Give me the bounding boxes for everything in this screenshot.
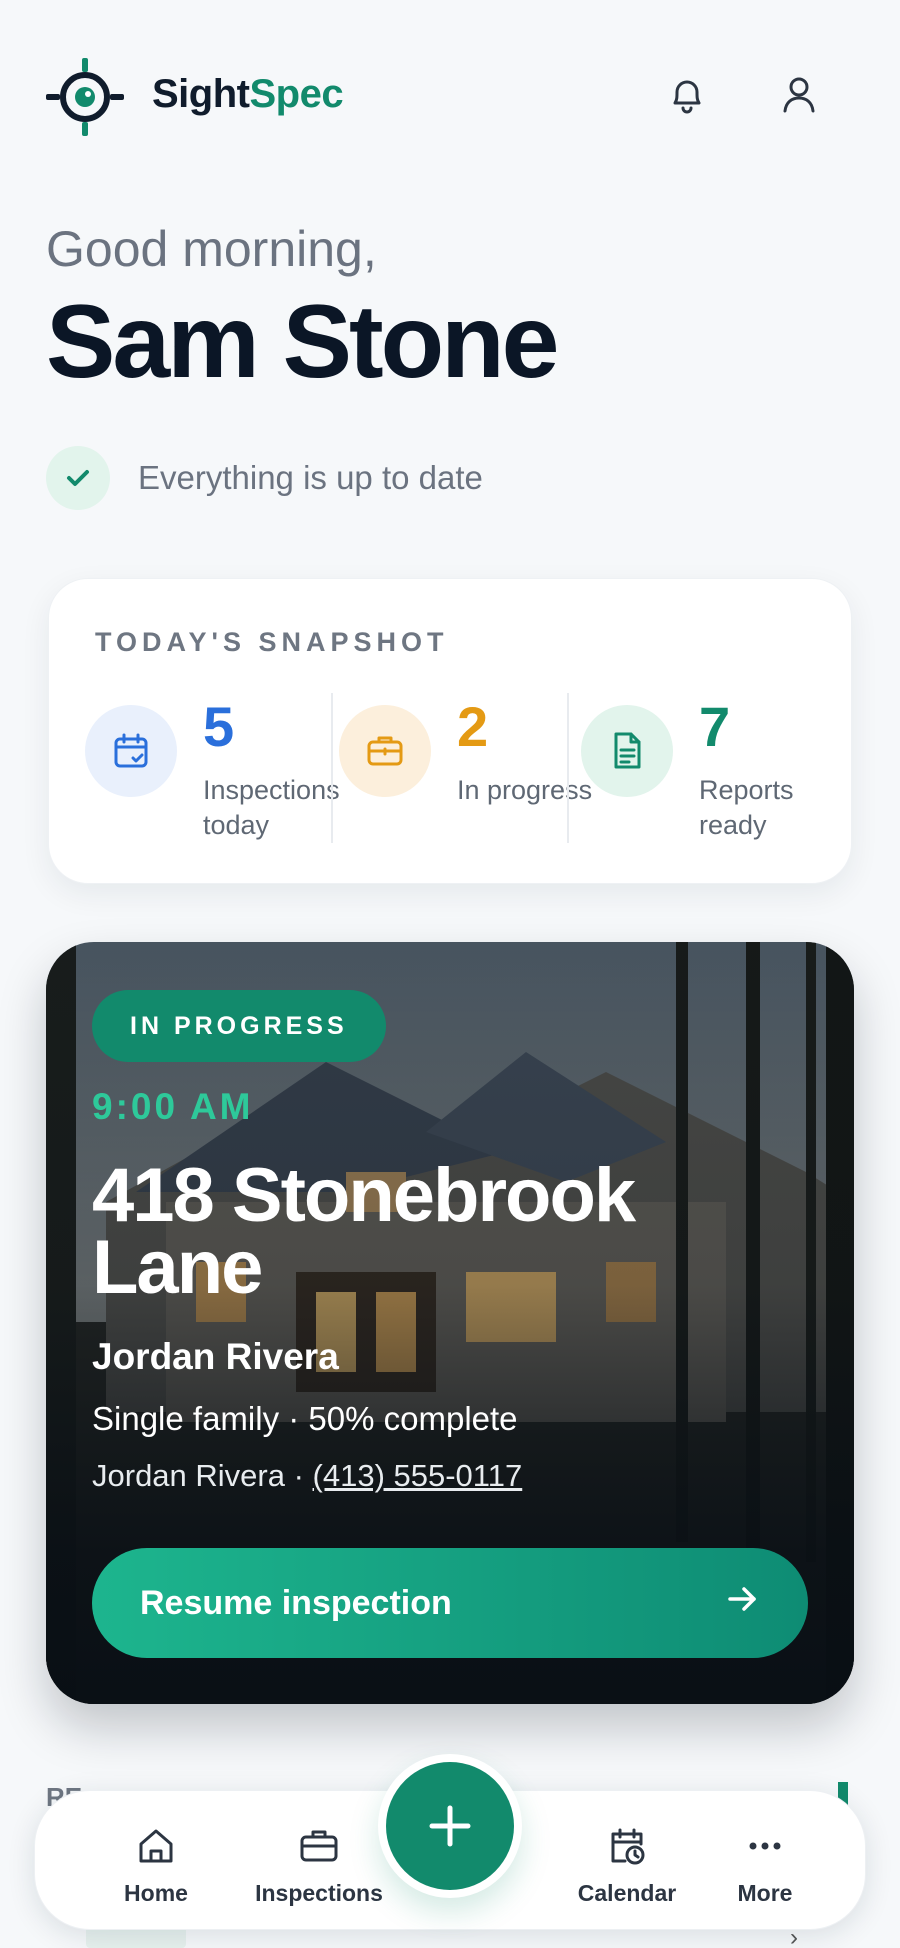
client-contact: Jordan Rivera · (413) 555-0117 [92,1458,522,1494]
nav-calendar[interactable]: Calendar [537,1791,717,1931]
resume-inspection-button[interactable]: Resume inspection [92,1548,808,1658]
brand-part-sight: Sight [152,72,250,116]
target-logo-icon [44,56,126,138]
sync-status: Everything is up to date [46,446,483,510]
nav-label: Inspections [255,1879,383,1906]
brand-part-spec: Spec [249,72,344,116]
calendar-check-icon [85,705,177,797]
sync-status-text: Everything is up to date [138,459,483,496]
current-inspection-card[interactable]: IN PROGRESS 9:00 AM 418 Stonebrook Lane … [46,942,854,1704]
phone-link[interactable]: (413) 555-0117 [313,1458,523,1493]
stat-divider [567,693,569,843]
user-icon[interactable] [774,70,824,120]
briefcase-icon [295,1822,343,1870]
stat-divider [331,693,333,843]
todays-snapshot-card: TODAY'S SNAPSHOT 5 Inspections today 2 I… [48,578,852,884]
briefcase-icon [339,705,431,797]
stat-in-progress[interactable]: 2 In progress [339,693,592,853]
status-badge: IN PROGRESS [92,990,386,1062]
user-name-heading: Sam Stone [46,284,559,400]
resume-inspection-label: Resume inspection [140,1583,452,1622]
plus-icon [429,1805,471,1847]
stat-value: 7 [699,695,731,758]
document-icon [581,705,673,797]
nav-label: Home [124,1879,188,1906]
inspection-time: 9:00 AM [92,1086,254,1127]
arrow-right-icon [724,1581,760,1626]
stat-label: In progress [457,775,593,805]
check-icon [46,446,110,510]
add-inspection-button[interactable] [386,1762,514,1890]
client-name: Jordan Rivera [92,1336,339,1377]
nav-label: More [737,1879,793,1906]
nav-label: Calendar [577,1879,677,1906]
contact-name: Jordan Rivera · [92,1458,313,1493]
more-dots-icon [741,1822,789,1870]
brand-name: SightSpec [152,72,344,117]
stat-value: 5 [203,695,235,758]
nav-home[interactable]: Home [81,1791,231,1931]
calendar-clock-icon [603,1822,651,1870]
app-header: SightSpec [0,0,900,190]
stat-label: Reports ready [699,775,794,840]
stat-inspections-today[interactable]: 5 Inspections today [85,693,340,853]
inspection-address: 418 Stonebrook Lane [92,1153,636,1310]
home-icon [132,1822,180,1870]
greeting-salutation: Good morning, [46,221,377,277]
stat-reports-ready[interactable]: 7 Reports ready [581,693,831,853]
stat-value: 2 [457,695,489,758]
inspection-meta: Single family · 50% complete [92,1400,518,1437]
stat-label: Inspections today [203,775,340,840]
bell-icon[interactable] [662,70,712,120]
nav-more[interactable]: More [695,1791,835,1931]
snapshot-title: TODAY'S SNAPSHOT [95,627,449,657]
